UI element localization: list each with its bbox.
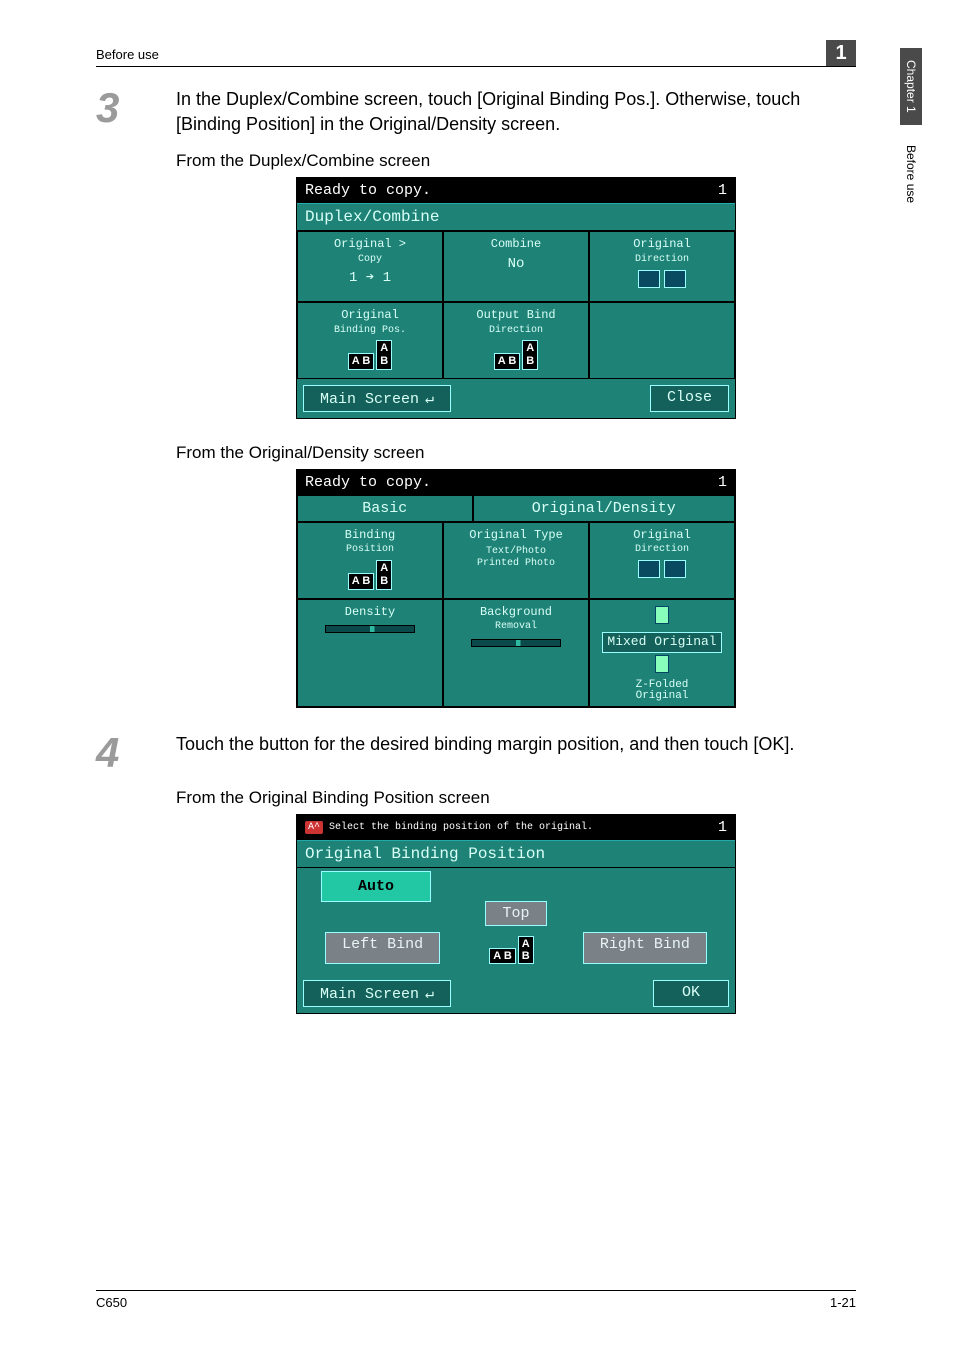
panel3-auto-button[interactable]: Auto xyxy=(321,871,431,902)
panel2-count: 1 xyxy=(718,474,727,491)
panel3-left-bind-button[interactable]: Left Bind xyxy=(325,932,440,964)
page-footer: C650 1-21 xyxy=(96,1290,856,1310)
panel2-background-removal[interactable]: BackgroundRemoval xyxy=(443,599,589,708)
document-icon xyxy=(655,606,669,624)
side-tab-chapter: Chapter 1 xyxy=(900,48,922,125)
panel2-status: Ready to copy. xyxy=(305,474,431,491)
side-tab-before-use: Before use xyxy=(900,133,922,215)
panel3-ok-button[interactable]: OK xyxy=(653,980,729,1007)
panel1-original-copy[interactable]: Original >Copy 1 ➔ 1 xyxy=(297,231,443,301)
document-icon xyxy=(655,655,669,673)
step3-text: In the Duplex/Combine screen, touch [Ori… xyxy=(176,87,856,137)
step3-sub1: From the Duplex/Combine screen xyxy=(176,151,856,171)
direction-icon xyxy=(638,560,660,578)
footer-model: C650 xyxy=(96,1295,127,1310)
ab-icon: A B xyxy=(348,573,375,590)
panel3-main-screen-button[interactable]: Main Screen↵ xyxy=(303,980,451,1007)
side-tabs: Before use Chapter 1 xyxy=(900,40,922,215)
panel3-title: Original Binding Position xyxy=(297,840,735,868)
step-number-4: 4 xyxy=(96,732,176,774)
panel2-original-type[interactable]: Original Type Text/PhotoPrinted Photo xyxy=(443,522,589,599)
panel3-right-bind-button[interactable]: Right Bind xyxy=(583,932,707,964)
panel1-title: Duplex/Combine xyxy=(297,203,735,231)
density-slider-icon xyxy=(325,625,415,633)
step4-sub1: From the Original Binding Position scree… xyxy=(176,788,856,808)
panel1-original-direction[interactable]: OriginalDirection xyxy=(589,231,735,301)
ab-icon: AB xyxy=(376,340,392,369)
ab-icon: AB xyxy=(376,560,392,589)
step-number-3: 3 xyxy=(96,87,176,137)
panel2-density[interactable]: Density xyxy=(297,599,443,708)
panel1-status: Ready to copy. xyxy=(305,182,431,199)
page-header: Before use 1 xyxy=(96,40,856,67)
footer-page: 1-21 xyxy=(830,1295,856,1310)
panel2-tab-basic[interactable]: Basic xyxy=(297,495,473,522)
panel-original-density: Ready to copy. 1 Basic Original/Density … xyxy=(296,469,736,708)
panel1-main-screen-button[interactable]: Main Screen↵ xyxy=(303,385,451,412)
panel2-binding-position[interactable]: BindingPosition A BAB xyxy=(297,522,443,599)
panel-duplex-combine: Ready to copy. 1 Duplex/Combine Original… xyxy=(296,177,736,418)
header-chapter-num: 1 xyxy=(826,40,856,66)
direction-icon xyxy=(664,560,686,578)
panel1-close-button[interactable]: Close xyxy=(650,385,729,412)
ab-icon: A B xyxy=(348,353,375,370)
panel2-tab-original-density[interactable]: Original/Density xyxy=(473,495,735,522)
header-left: Before use xyxy=(96,47,159,62)
step3-sub2: From the Original/Density screen xyxy=(176,443,856,463)
panel1-output-bind-direction[interactable]: Output BindDirection A BAB xyxy=(443,302,589,379)
panel2-original-direction[interactable]: OriginalDirection xyxy=(589,522,735,599)
direction-icon xyxy=(664,270,686,288)
return-icon: ↵ xyxy=(425,391,434,408)
return-icon: ↵ xyxy=(425,986,434,1003)
ab-icon: AB xyxy=(522,340,538,369)
help-icon: A^ xyxy=(305,821,323,834)
step4-text: Touch the button for the desired binding… xyxy=(176,732,856,774)
panel1-original-binding-pos[interactable]: OriginalBinding Pos. A BAB xyxy=(297,302,443,379)
panel3-top-button[interactable]: Top xyxy=(485,901,546,926)
panel1-count: 1 xyxy=(718,182,727,199)
panel1-combine[interactable]: Combine No xyxy=(443,231,589,301)
binding-diagram-icon: A BAB xyxy=(488,936,535,964)
panel3-count: 1 xyxy=(718,819,727,836)
panel2-mixed-zfolded[interactable]: Mixed Original Z-FoldedOriginal xyxy=(589,599,735,708)
ab-icon: A B xyxy=(494,353,521,370)
panel3-hint: Select the binding position of the origi… xyxy=(329,822,593,833)
direction-icon xyxy=(638,270,660,288)
panel1-empty-cell xyxy=(589,302,735,379)
panel-original-binding-position: A^ Select the binding position of the or… xyxy=(296,814,736,1014)
background-slider-icon xyxy=(471,639,561,647)
